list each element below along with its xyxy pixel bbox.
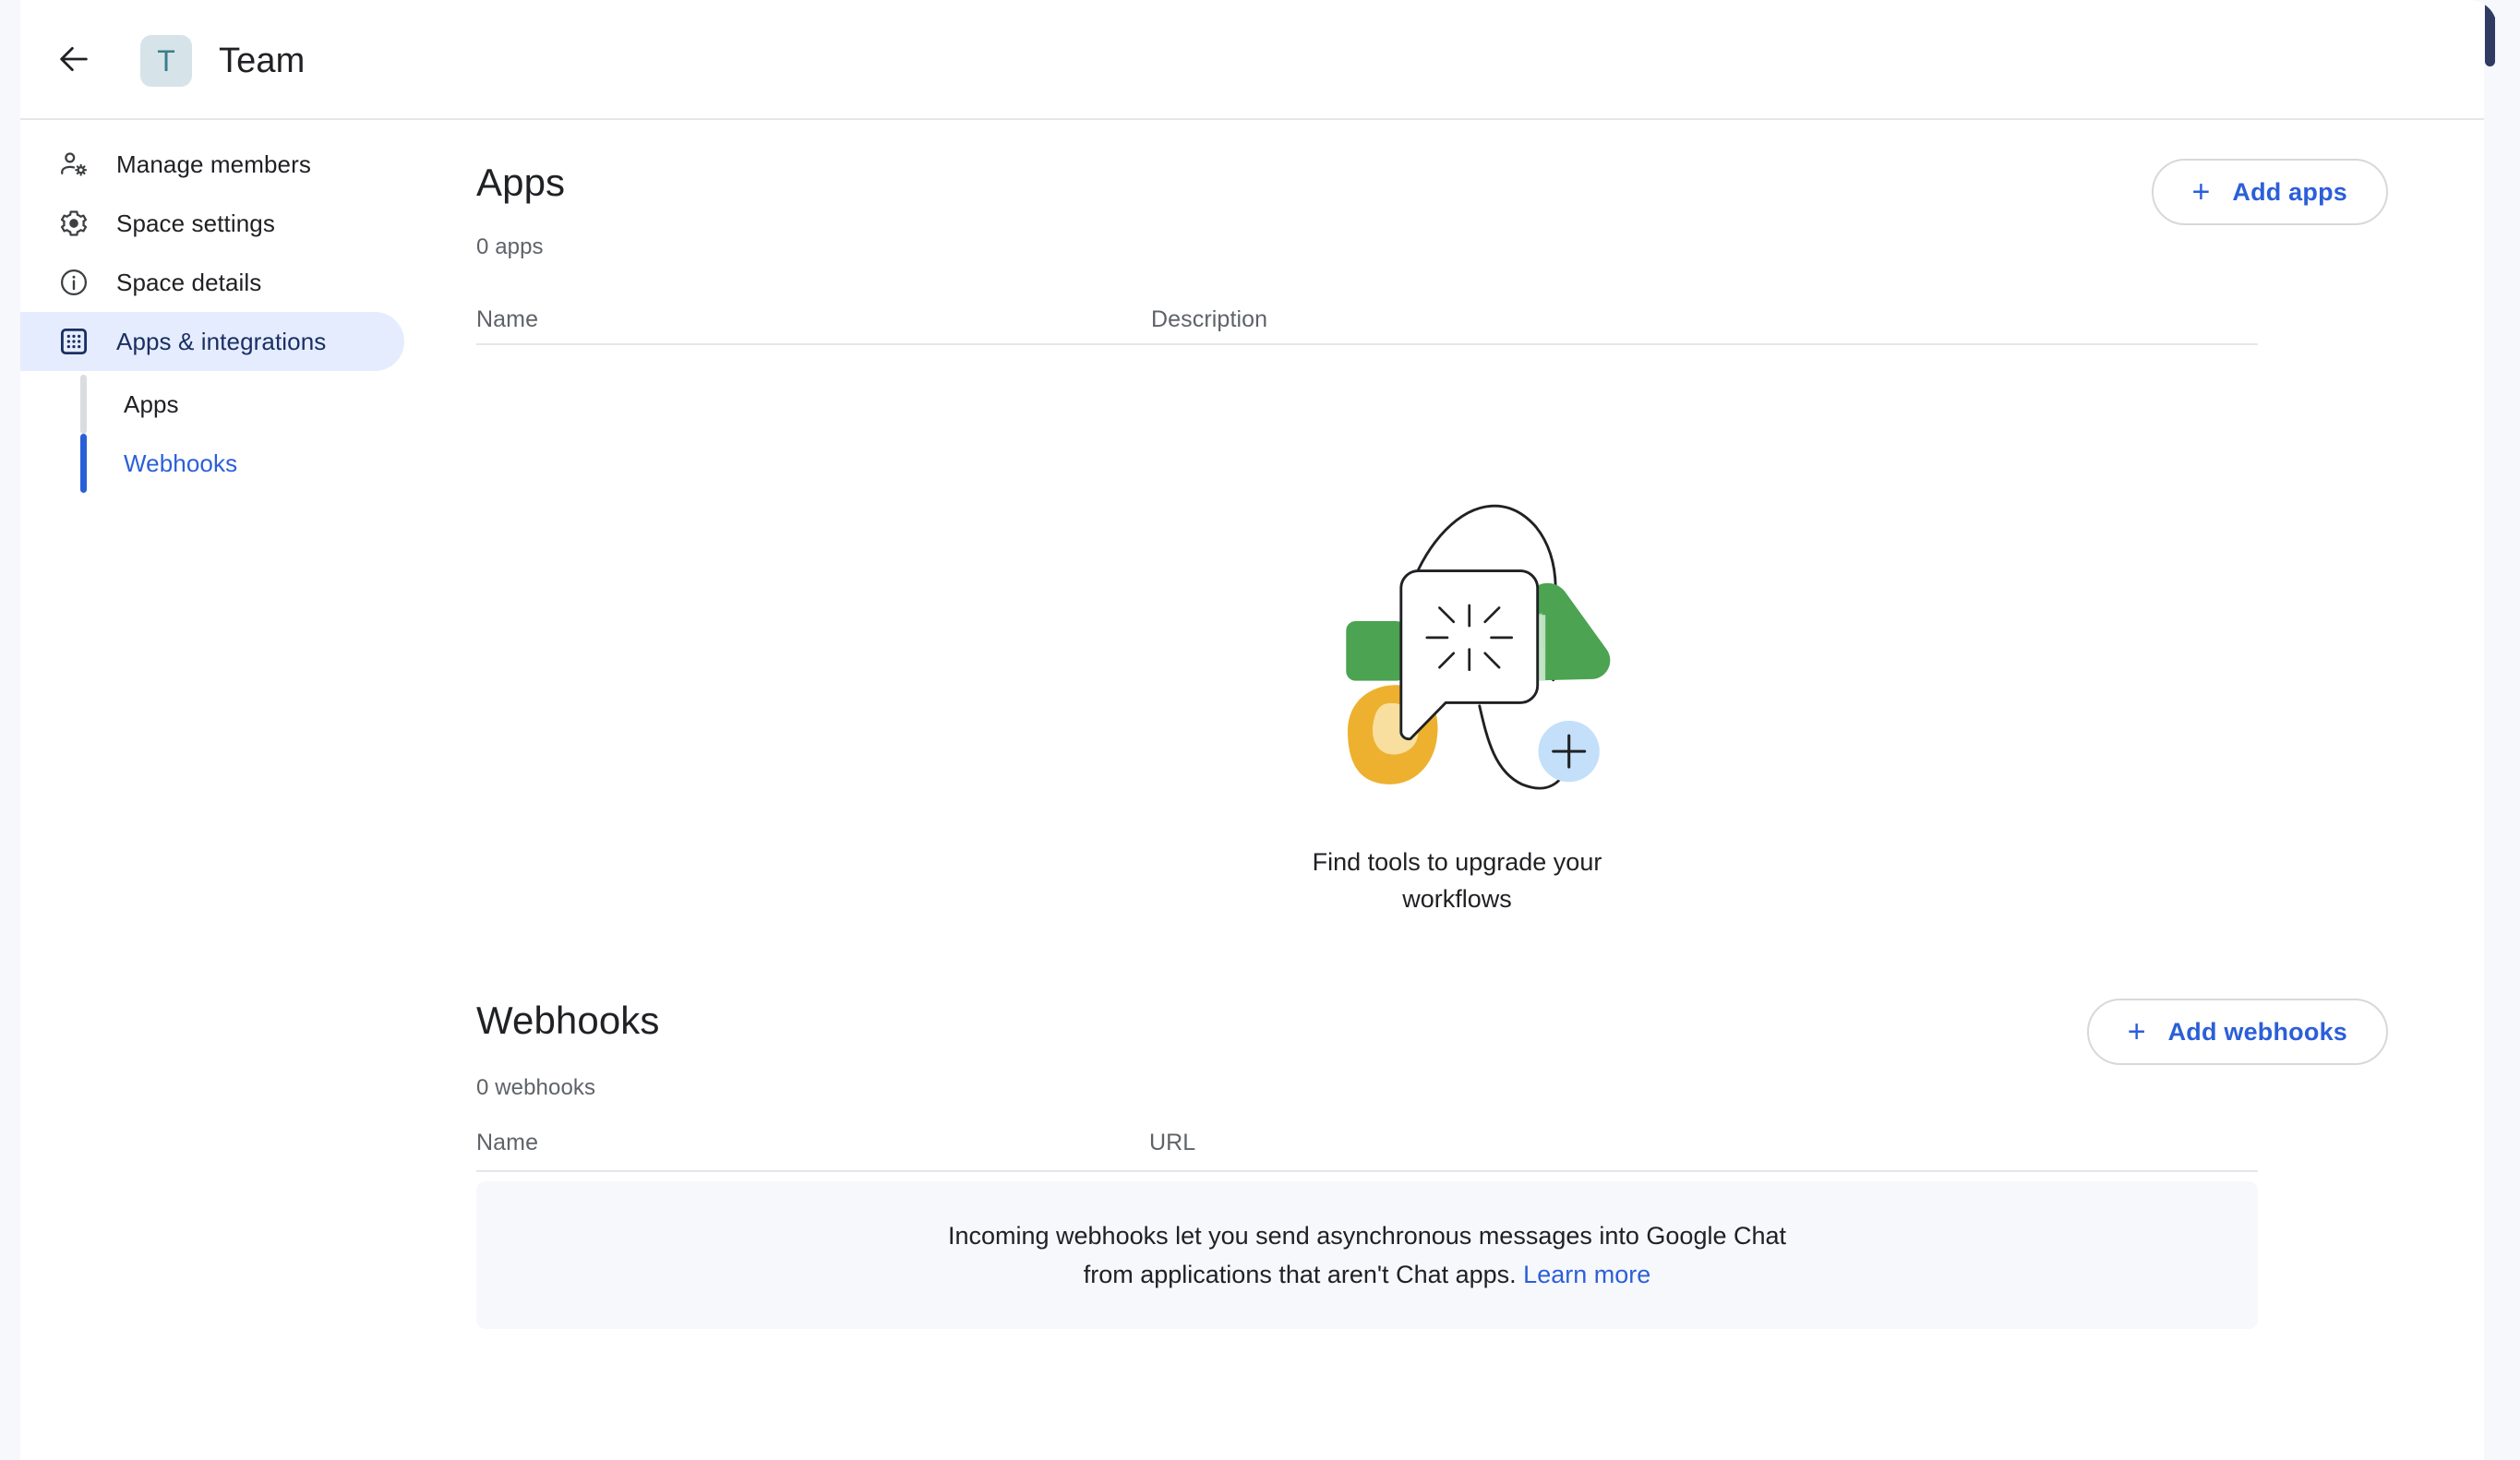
sidebar-item-space-details[interactable]: Space details [20, 253, 404, 312]
avatar: T [140, 35, 192, 87]
sidebar-subnav: Apps Webhooks [20, 375, 417, 493]
main-panel: T Team Manage members Space settings Spa… [20, 0, 2497, 1460]
apps-empty-state: Find tools to upgrade your workflows [417, 491, 2497, 917]
app-frame: T Team Manage members Space settings Spa… [0, 0, 2520, 1460]
sidebar-subitem-label: Apps [124, 389, 179, 418]
avatar-letter: T [157, 43, 175, 78]
webhooks-count: 0 webhooks [476, 1075, 596, 1100]
webhooks-info-sentence: Incoming webhooks let you send asynchron… [947, 1222, 1787, 1288]
sidebar-item-label: Manage members [116, 150, 311, 178]
apps-table-divider [476, 343, 2258, 345]
sidebar-subitem-label: Webhooks [124, 449, 238, 477]
sidebar-item-space-settings[interactable]: Space settings [20, 194, 404, 253]
add-webhooks-label: Add webhooks [2167, 1017, 2347, 1046]
apps-table-header: Name Description [417, 306, 2497, 362]
vertical-scrollbar[interactable] [2484, 0, 2497, 1460]
apps-section-title: Apps [476, 161, 566, 204]
webhooks-col-name: Name [476, 1130, 539, 1155]
apps-col-description: Description [1151, 306, 1268, 332]
webhooks-col-url: URL [1149, 1130, 1196, 1155]
webhooks-info-text: Incoming webhooks let you send asynchron… [942, 1216, 1792, 1294]
sidebar-item-apps[interactable]: Apps [20, 375, 417, 434]
sidebar: Manage members Space settings Space deta… [20, 122, 417, 1460]
sidebar-item-manage-members[interactable]: Manage members [20, 135, 404, 194]
subnav-rail [80, 375, 87, 434]
subnav-rail-selected [80, 434, 87, 493]
webhooks-section-title: Webhooks [476, 999, 660, 1042]
info-icon [55, 264, 92, 301]
webhooks-table-divider [476, 1170, 2258, 1172]
content-area: Apps 0 apps + Add apps Name Description [417, 122, 2497, 1460]
apps-col-name: Name [476, 306, 539, 332]
scrollbar-thumb[interactable] [2485, 0, 2495, 66]
webhooks-table-header: Name URL [417, 1130, 2497, 1185]
page-title: Team [219, 42, 306, 80]
back-button[interactable] [48, 35, 100, 87]
apps-empty-illustration [1301, 491, 1614, 814]
sidebar-item-label: Apps & integrations [116, 327, 327, 355]
add-apps-button[interactable]: + Add apps [2151, 159, 2388, 225]
sidebar-item-label: Space details [116, 268, 262, 296]
arrow-left-icon [55, 41, 92, 82]
learn-more-link[interactable]: Learn more [1523, 1261, 1650, 1288]
add-apps-label: Add apps [2232, 177, 2347, 206]
page-header: T Team [20, 0, 2497, 120]
plus-icon: + [2127, 1014, 2146, 1049]
manage-members-icon [55, 146, 92, 183]
apps-count: 0 apps [476, 234, 544, 259]
add-webhooks-button[interactable]: + Add webhooks [2086, 999, 2388, 1065]
plus-icon: + [2191, 174, 2211, 209]
apps-grid-icon [55, 323, 92, 360]
sidebar-item-apps-integrations[interactable]: Apps & integrations [20, 312, 404, 371]
gear-icon [55, 205, 92, 242]
sidebar-item-label: Space settings [116, 209, 275, 237]
sidebar-item-webhooks[interactable]: Webhooks [20, 434, 417, 493]
webhooks-info-banner: Incoming webhooks let you send asynchron… [476, 1181, 2258, 1329]
apps-empty-text: Find tools to upgrade your workflows [1312, 848, 1602, 913]
